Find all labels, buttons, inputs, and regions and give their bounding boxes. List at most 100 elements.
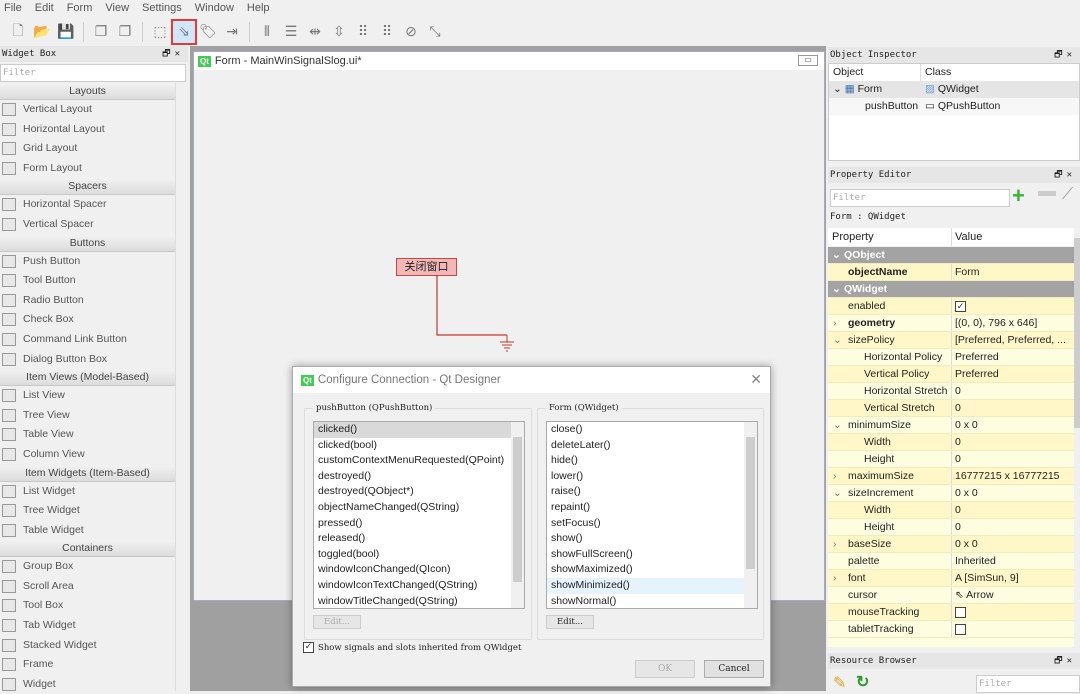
- reload-icon[interactable]: ↻: [856, 672, 869, 692]
- menu-view[interactable]: View: [103, 0, 136, 18]
- property-scrollbar[interactable]: [1074, 228, 1080, 648]
- property-row[interactable]: ⌄ minimumSize 0 x 0: [828, 417, 1074, 434]
- property-row[interactable]: palette Inherited: [828, 553, 1074, 570]
- widget-item-radio-button[interactable]: Radio Button: [0, 291, 175, 311]
- slots-edit-button[interactable]: Edit...: [546, 615, 594, 629]
- property-row[interactable]: › geometry [(0, 0), 796 x 646]: [828, 315, 1074, 332]
- widget-item-dialog-button-box[interactable]: Dialog Button Box: [0, 350, 175, 370]
- checkbox-unchecked-icon[interactable]: [955, 606, 966, 618]
- slot-item[interactable]: hide(): [547, 453, 745, 469]
- widget-item-push-button[interactable]: Push Button: [0, 252, 175, 272]
- signal-item[interactable]: windowTitleChanged(QString): [314, 594, 512, 608]
- scrollbar[interactable]: [511, 422, 524, 608]
- property-value[interactable]: 16777215 x 16777215: [952, 468, 1074, 484]
- signal-item[interactable]: released(): [314, 531, 512, 547]
- property-value[interactable]: 0: [952, 434, 1074, 450]
- layout-form-icon[interactable]: ⠿: [376, 21, 398, 43]
- slot-item[interactable]: deleteLater(): [547, 438, 745, 454]
- layout-vertical-icon[interactable]: ☰: [280, 21, 302, 43]
- widget-item-vertical-spacer[interactable]: Vertical Spacer: [0, 215, 175, 235]
- signal-item[interactable]: customContextMenuRequested(QPoint): [314, 453, 512, 469]
- edit-resources-icon[interactable]: ✎: [833, 673, 846, 693]
- save-icon[interactable]: 💾: [55, 21, 77, 43]
- edit-buddies-icon[interactable]: 🏷: [197, 21, 219, 43]
- slot-item[interactable]: setFocus(): [547, 516, 745, 532]
- menu-file[interactable]: File: [2, 0, 29, 18]
- chevron-right-icon[interactable]: ›: [833, 315, 837, 331]
- dock-float-close-icons[interactable]: 🗗✕: [1054, 653, 1080, 669]
- slot-item[interactable]: showNormal(): [547, 594, 745, 608]
- property-value[interactable]: ✓: [952, 298, 1074, 314]
- slot-item[interactable]: repaint(): [547, 500, 745, 516]
- property-group-qobject[interactable]: ⌄ QObject: [828, 247, 1074, 264]
- dock-float-close-icons[interactable]: 🗗✕: [1054, 47, 1080, 63]
- property-value[interactable]: [952, 604, 1074, 620]
- edit-signals-slots-icon[interactable]: ⇘: [171, 18, 197, 45]
- slot-item[interactable]: showFullScreen(): [547, 547, 745, 563]
- adjust-size-icon[interactable]: ⤡: [424, 21, 446, 43]
- property-value[interactable]: A [SimSun, 9]: [952, 570, 1074, 586]
- property-row[interactable]: Width 0: [828, 502, 1074, 519]
- widget-item-stacked-widget[interactable]: Stacked Widget: [0, 636, 175, 656]
- cancel-button[interactable]: Cancel: [704, 660, 764, 678]
- property-value[interactable]: [(0, 0), 796 x 646]: [952, 315, 1074, 331]
- property-value[interactable]: Preferred: [952, 349, 1074, 365]
- signal-item[interactable]: clicked(): [314, 422, 512, 438]
- widget-item-tool-button[interactable]: Tool Button: [0, 271, 175, 291]
- bring-forward-icon[interactable]: ❐: [90, 21, 112, 43]
- column-header-property[interactable]: Property: [828, 228, 952, 246]
- widget-item-scroll-area[interactable]: Scroll Area: [0, 577, 175, 597]
- add-property-icon[interactable]: +: [1012, 185, 1025, 207]
- widget-item-table-widget[interactable]: Table Widget: [0, 521, 175, 541]
- chevron-right-icon[interactable]: ›: [833, 536, 837, 552]
- property-value[interactable]: Preferred: [952, 366, 1074, 382]
- slot-item[interactable]: showMinimized(): [547, 577, 745, 594]
- menu-help[interactable]: Help: [245, 0, 277, 18]
- property-value[interactable]: Form: [952, 264, 1074, 280]
- category-spacers[interactable]: Spacers: [0, 178, 175, 196]
- property-row[interactable]: enabled ✓: [828, 298, 1074, 315]
- category-containers[interactable]: Containers: [0, 540, 175, 558]
- layout-v-splitter-icon[interactable]: ⇳: [328, 21, 350, 43]
- checkbox-checked-icon[interactable]: ✓: [955, 300, 966, 312]
- property-group-qwidget[interactable]: ⌄ QWidget: [828, 281, 1074, 298]
- widget-item-tab-widget[interactable]: Tab Widget: [0, 616, 175, 636]
- remove-property-icon[interactable]: [1038, 191, 1056, 196]
- chevron-right-icon[interactable]: ›: [833, 468, 837, 484]
- widget-item-tree-view[interactable]: Tree View: [0, 406, 175, 426]
- send-back-icon[interactable]: ❐: [114, 21, 136, 43]
- signal-item[interactable]: objectNameChanged(QString): [314, 500, 512, 516]
- property-filter[interactable]: Filter: [830, 189, 1010, 207]
- category-item-widgets-item-based-[interactable]: Item Widgets (Item-Based): [0, 464, 175, 482]
- widget-item-widget[interactable]: Widget: [0, 675, 175, 694]
- column-header-class[interactable]: Class: [921, 64, 951, 81]
- property-row[interactable]: Height 0: [828, 451, 1074, 468]
- widget-item-frame[interactable]: Frame: [0, 655, 175, 675]
- dock-float-close-icons[interactable]: 🗗✕: [1054, 167, 1080, 183]
- widget-item-vertical-layout[interactable]: Vertical Layout: [0, 100, 175, 120]
- tree-row-pushbutton[interactable]: pushButton ▭ QPushButton: [829, 98, 1079, 115]
- widget-item-horizontal-layout[interactable]: Horizontal Layout: [0, 120, 175, 140]
- widget-item-command-link-button[interactable]: Command Link Button: [0, 330, 175, 350]
- break-layout-icon[interactable]: ⊘: [400, 21, 422, 43]
- slot-item[interactable]: showMaximized(): [547, 562, 745, 578]
- layout-horizontal-icon[interactable]: ⫴: [256, 21, 278, 43]
- layout-grid-icon[interactable]: ⠿: [352, 21, 374, 43]
- widget-item-check-box[interactable]: Check Box: [0, 310, 175, 330]
- property-value[interactable]: 0: [952, 400, 1074, 416]
- signal-item[interactable]: windowIconTextChanged(QString): [314, 578, 512, 594]
- signal-item[interactable]: destroyed(QObject*): [314, 484, 512, 500]
- property-value[interactable]: 0 x 0: [952, 536, 1074, 552]
- signal-item[interactable]: destroyed(): [314, 469, 512, 485]
- new-file-icon[interactable]: 🗋: [7, 21, 29, 43]
- property-value[interactable]: 0: [952, 451, 1074, 467]
- property-row[interactable]: ⌄ sizePolicy [Preferred, Preferred, ...: [828, 332, 1074, 349]
- widget-box-scrollbar[interactable]: [175, 83, 188, 691]
- property-value[interactable]: ⇖ Arrow: [952, 587, 1074, 603]
- category-buttons[interactable]: Buttons: [0, 234, 175, 252]
- wrench-icon[interactable]: ⟋: [1062, 186, 1073, 204]
- slot-item[interactable]: close(): [547, 422, 745, 438]
- menu-window[interactable]: Window: [193, 0, 241, 18]
- property-row[interactable]: mouseTracking: [828, 604, 1074, 621]
- property-row[interactable]: Horizontal Stretch 0: [828, 383, 1074, 400]
